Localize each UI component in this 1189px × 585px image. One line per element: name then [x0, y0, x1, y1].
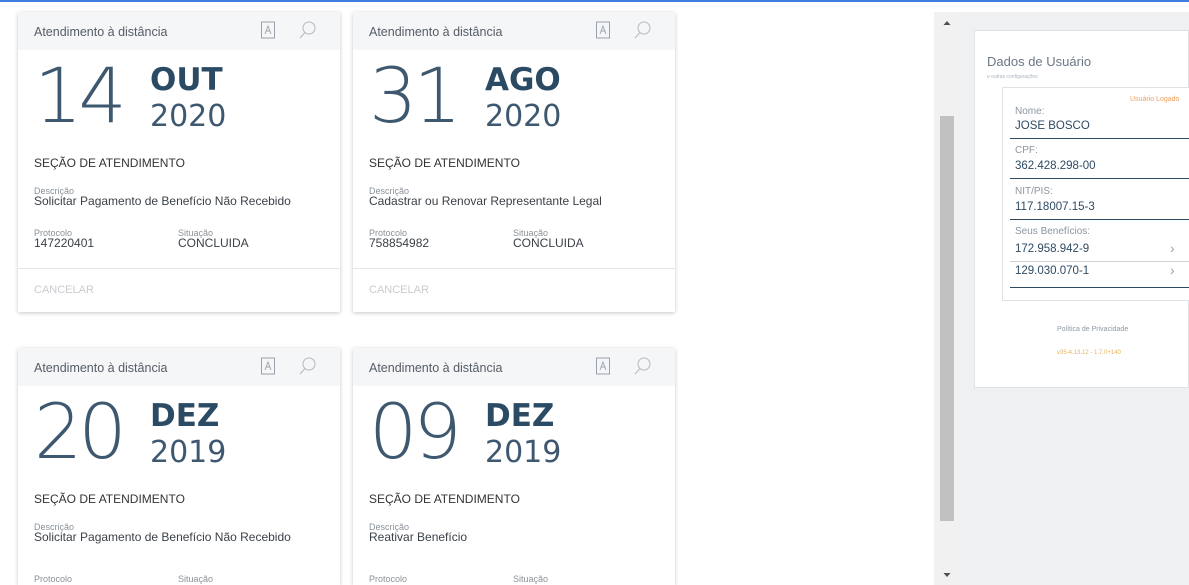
protocol-value: 147220401 — [34, 236, 95, 250]
nit-label: NIT/PIS: — [1015, 186, 1053, 197]
appointment-card: Atendimento à distância 20 DEZ 2019 SEÇÃ… — [18, 348, 340, 585]
date-year: 2019 — [150, 435, 227, 470]
status-label: Situação — [178, 574, 214, 584]
benefits-label: Seus Benefícios: — [1015, 226, 1091, 237]
name-value: JOSE BOSCO — [1015, 120, 1090, 132]
date-day: 14 — [34, 51, 127, 140]
cpf-label: CPF: — [1015, 145, 1038, 156]
card-header: Atendimento à distância — [353, 12, 675, 50]
chevron-right-icon[interactable]: › — [1170, 240, 1175, 256]
field-divider — [1010, 219, 1189, 220]
appointment-card: Atendimento à distância 14 OUT 2020 SEÇÃ… — [18, 12, 340, 312]
benefit-item[interactable]: 129.030.070-1 — [1015, 265, 1089, 277]
date-day: 31 — [369, 51, 462, 140]
privacy-policy-link[interactable]: Política de Privacidade — [1057, 326, 1128, 333]
search-icon[interactable] — [633, 20, 653, 40]
chevron-right-icon[interactable]: › — [1170, 262, 1175, 278]
scroll-down-arrow-icon[interactable] — [940, 568, 954, 582]
appointment-card: Atendimento à distância 09 DEZ 2019 SEÇÃ… — [353, 348, 675, 585]
pdf-icon[interactable] — [595, 357, 611, 375]
card-header: Atendimento à distância — [18, 348, 340, 386]
pdf-icon[interactable] — [595, 21, 611, 39]
date-day: 09 — [369, 387, 462, 476]
pdf-icon[interactable] — [260, 21, 276, 39]
field-divider — [1010, 287, 1189, 288]
card-header: Atendimento à distância — [353, 348, 675, 386]
appointment-card: Atendimento à distância 31 AGO 2020 SEÇÃ… — [353, 12, 675, 312]
search-icon[interactable] — [633, 356, 653, 376]
scrollbar-thumb[interactable] — [940, 116, 954, 521]
protocol-value: 758854982 — [369, 236, 430, 250]
logged-user-badge: Usuário Logado — [1130, 96, 1180, 103]
cancel-button[interactable]: CANCELAR — [34, 284, 94, 296]
date-month: DEZ — [150, 398, 220, 434]
status-label: Situação — [513, 574, 549, 584]
date-year: 2019 — [485, 435, 562, 470]
panel-title: Dados de Usuário — [987, 54, 1092, 69]
scroll-up-arrow-icon[interactable] — [940, 16, 954, 30]
date-year: 2020 — [485, 99, 562, 134]
description-value: Reativar Benefício — [369, 530, 468, 544]
top-accent-line — [0, 0, 1189, 2]
benefit-divider — [1010, 261, 1189, 262]
benefit-item[interactable]: 172.958.942-9 — [1015, 243, 1089, 255]
description-value: Cadastrar ou Renovar Representante Legal — [369, 194, 602, 208]
protocol-label: Protocolo — [369, 574, 408, 584]
section-title: SEÇÃO DE ATENDIMENTO — [369, 156, 520, 170]
section-title: SEÇÃO DE ATENDIMENTO — [34, 492, 185, 506]
card-header-title: Atendimento à distância — [369, 25, 503, 39]
search-icon[interactable] — [298, 356, 318, 376]
card-header: Atendimento à distância — [18, 12, 340, 50]
search-icon[interactable] — [298, 20, 318, 40]
version-label: v35-4.13.12 - 1.7.0+140 — [1057, 350, 1121, 356]
date-year: 2020 — [150, 99, 227, 134]
section-title: SEÇÃO DE ATENDIMENTO — [34, 156, 185, 170]
field-divider — [1010, 138, 1189, 139]
status-value: CONCLUIDA — [513, 236, 584, 250]
card-header-title: Atendimento à distância — [34, 25, 168, 39]
card-divider — [353, 268, 675, 269]
date-month: DEZ — [485, 398, 555, 434]
date-month: AGO — [485, 62, 561, 98]
cancel-button[interactable]: CANCELAR — [369, 284, 429, 296]
status-value: CONCLUIDA — [178, 236, 249, 250]
date-month: OUT — [150, 62, 223, 98]
nit-value: 117.18007.15-3 — [1015, 201, 1095, 213]
description-value: Solicitar Pagamento de Benefício Não Rec… — [34, 530, 291, 544]
field-divider — [1010, 178, 1189, 179]
section-title: SEÇÃO DE ATENDIMENTO — [369, 492, 520, 506]
name-label: Nome: — [1015, 106, 1045, 117]
date-day: 20 — [34, 387, 127, 476]
cpf-value: 362.428.298-00 — [1015, 160, 1096, 172]
card-divider — [18, 268, 340, 269]
pdf-icon[interactable] — [260, 357, 276, 375]
card-header-title: Atendimento à distância — [369, 361, 503, 375]
card-header-title: Atendimento à distância — [34, 361, 168, 375]
panel-subtitle: e outras configurações — [987, 74, 1038, 80]
description-value: Solicitar Pagamento de Benefício Não Rec… — [34, 194, 291, 208]
protocol-label: Protocolo — [34, 574, 73, 584]
